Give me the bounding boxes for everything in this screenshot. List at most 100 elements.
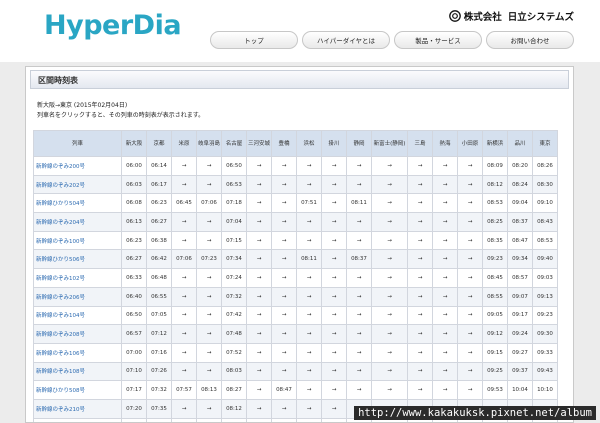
- departure-time: 08:43: [532, 212, 558, 232]
- train-name-link[interactable]: 新幹線のぞみ108号: [33, 361, 122, 382]
- train-name-link[interactable]: 新幹線ひかり504号: [33, 193, 122, 214]
- departure-time: 08:11: [296, 249, 322, 270]
- departure-time: 07:24: [221, 268, 247, 288]
- train-name-link[interactable]: 新幹線のぞみ100号: [33, 230, 122, 251]
- timetable-row: 新幹線のぞみ204号 06:13 06:27 → → 07:04 → → → → → → → → → 08:2…: [33, 212, 558, 232]
- departure-time: →: [371, 174, 408, 195]
- timetable-body: 新幹線のぞみ200号 06:00 06:14 → → 06:50 → → → → → → → → → 08:0…: [33, 156, 558, 422]
- departure-time: 09:07: [507, 286, 533, 307]
- train-name-link[interactable]: 新幹線のぞみ102号: [33, 268, 122, 288]
- departure-time: →: [271, 398, 297, 419]
- departure-time: 06:38: [146, 230, 172, 251]
- departure-time: →: [246, 324, 272, 344]
- departure-time: 08:11: [346, 193, 372, 214]
- departure-time: →: [296, 417, 322, 422]
- train-name-link[interactable]: 新幹線のぞみ212号: [33, 417, 122, 422]
- departure-time: →: [321, 156, 347, 176]
- section-timetable: 列車 新大阪 京都 米原 岐阜羽島 名古屋 三河安城 豊橋 浜松 掛川 静岡 新富士(静岡) 三島 熱海小…: [33, 130, 558, 422]
- departure-time: 08:47: [271, 380, 297, 400]
- departure-time: →: [296, 268, 322, 288]
- timetable-row: 新幹線ひかり504号 06:08 06:23 06:45 07:06 07:18 → → 07:…: [33, 193, 558, 214]
- nav-products-button[interactable]: 製品・サービス: [394, 31, 482, 49]
- departure-time: 06:50: [121, 305, 147, 326]
- company-brand[interactable]: 株式会社 日立システムズ: [448, 9, 574, 23]
- departure-time: 08:24: [507, 174, 533, 195]
- departure-time: →: [371, 212, 408, 232]
- departure-time: 07:48: [221, 324, 247, 344]
- timetable-row: 新幹線のぞみ102号 06:33 06:48 → → 07:24 → → → → → → → → → 08:4…: [33, 268, 558, 288]
- departure-time: 08:35: [482, 230, 508, 251]
- departure-time: 08:15: [221, 417, 247, 422]
- train-name-link[interactable]: 新幹線のぞみ106号: [33, 342, 122, 363]
- column-header-station: 東京: [532, 130, 558, 157]
- nav-about-button[interactable]: ハイパーダイヤとは: [302, 31, 390, 49]
- departure-time: 09:23: [532, 305, 558, 326]
- train-name-link[interactable]: 新幹線のぞみ204号: [33, 212, 122, 232]
- train-name-link[interactable]: 新幹線のぞみ202号: [33, 174, 122, 195]
- main-nav: トップ ハイパーダイヤとは 製品・サービス お問い合わせ: [210, 31, 574, 49]
- departure-time: 07:32: [146, 380, 172, 400]
- timetable-header-row: 列車 新大阪 京都 米原 岐阜羽島 名古屋 三河安城 豊橋 浜松 掛川 静岡 新富士(静岡) 三島 熱海小…: [33, 130, 558, 157]
- departure-time: 07:12: [146, 324, 172, 344]
- train-name-link[interactable]: 新幹線のぞみ206号: [33, 286, 122, 307]
- departure-time: →: [432, 174, 458, 195]
- departure-time: 06:23: [146, 193, 172, 214]
- column-header-station: 新富士(静岡): [371, 130, 408, 157]
- departure-time: →: [271, 417, 297, 422]
- departure-time: →: [246, 417, 272, 422]
- departure-time: 08:53: [482, 193, 508, 214]
- departure-time: 08:03: [221, 361, 247, 382]
- timetable-row: 新幹線ひかり506号 06:27 06:42 07:06 07:23 07:34 → → 08:…: [33, 249, 558, 270]
- departure-time: →: [296, 212, 322, 232]
- departure-time: 08:09: [482, 156, 508, 176]
- departure-time: →: [321, 380, 347, 400]
- departure-time: 07:51: [296, 193, 322, 214]
- departure-time: →: [321, 268, 347, 288]
- departure-time: 07:38: [146, 417, 172, 422]
- train-name-link[interactable]: 新幹線のぞみ104号: [33, 305, 122, 326]
- hyperdia-logo[interactable]: HyperDia: [44, 10, 182, 41]
- departure-time: 06:33: [121, 268, 147, 288]
- departure-time: →: [271, 212, 297, 232]
- column-header-station: 小田原: [457, 130, 483, 157]
- departure-time: 08:12: [482, 174, 508, 195]
- departure-time: →: [171, 361, 197, 382]
- departure-time: 09:10: [532, 193, 558, 214]
- departure-time: 09:04: [507, 193, 533, 214]
- departure-time: →: [407, 361, 433, 382]
- departure-time: →: [321, 174, 347, 195]
- departure-time: 07:23: [196, 249, 222, 270]
- departure-time: →: [407, 342, 433, 363]
- departure-time: 06:48: [146, 268, 172, 288]
- train-name-link[interactable]: 新幹線のぞみ208号: [33, 324, 122, 344]
- departure-time: →: [171, 286, 197, 307]
- departure-time: →: [271, 156, 297, 176]
- column-header-station: 豊橋: [271, 130, 297, 157]
- departure-time: 09:37: [507, 361, 533, 382]
- train-name-link[interactable]: 新幹線のぞみ210号: [33, 398, 122, 419]
- departure-time: 07:06: [196, 193, 222, 214]
- departure-time: 06:08: [121, 193, 147, 214]
- departure-time: →: [321, 305, 347, 326]
- departure-time: →: [246, 156, 272, 176]
- column-header-station: 掛川: [321, 130, 347, 157]
- departure-time: →: [196, 324, 222, 344]
- train-name-link[interactable]: 新幹線ひかり508号: [33, 380, 122, 400]
- departure-time: 08:47: [507, 230, 533, 251]
- nav-contact-button[interactable]: お問い合わせ: [486, 31, 574, 49]
- departure-time: →: [321, 417, 347, 422]
- departure-time: →: [321, 398, 347, 419]
- departure-time: →: [196, 342, 222, 363]
- departure-time: →: [271, 249, 297, 270]
- departure-time: 07:52: [221, 342, 247, 363]
- departure-time: →: [246, 286, 272, 307]
- departure-time: →: [171, 156, 197, 176]
- train-name-link[interactable]: 新幹線ひかり506号: [33, 249, 122, 270]
- nav-top-button[interactable]: トップ: [210, 31, 298, 49]
- departure-time: 09:33: [532, 342, 558, 363]
- departure-time: 09:43: [532, 361, 558, 382]
- departure-time: →: [371, 380, 408, 400]
- train-name-link[interactable]: 新幹線のぞみ200号: [33, 156, 122, 176]
- departure-time: →: [371, 156, 408, 176]
- departure-time: →: [432, 324, 458, 344]
